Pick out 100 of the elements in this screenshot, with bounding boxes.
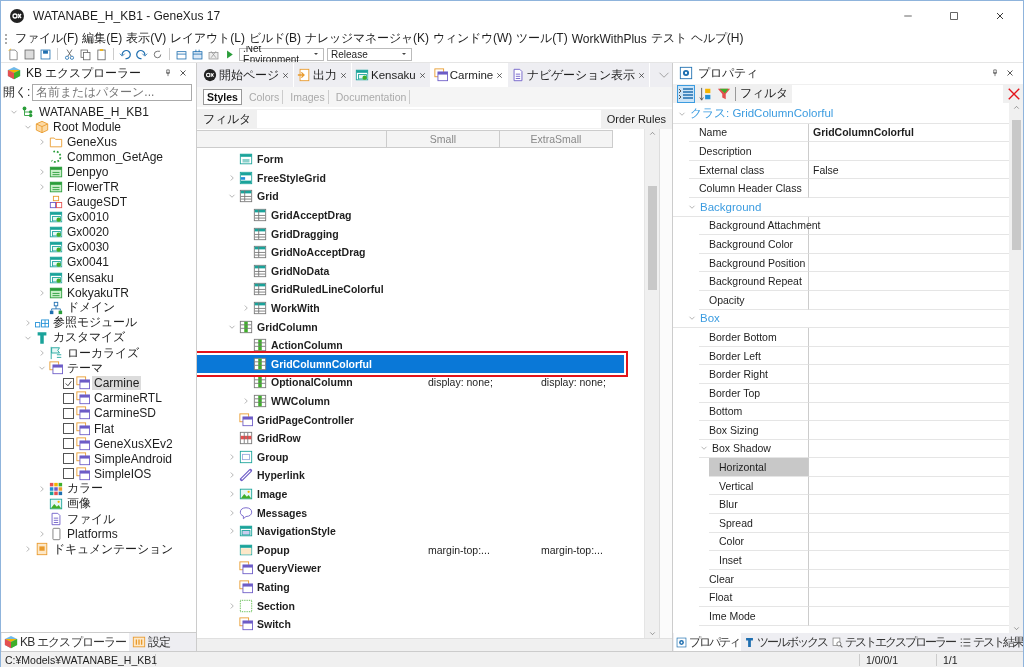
tree-item[interactable]: Platforms (65, 527, 120, 542)
menu-item[interactable]: ファイル(F) (13, 31, 81, 46)
style-row[interactable]: Rating (197, 577, 624, 597)
tree-item[interactable]: Flat (92, 421, 116, 436)
menu-item[interactable]: ヘルプ(H) (688, 31, 746, 46)
style-row[interactable]: Group (197, 447, 624, 467)
property-name[interactable]: Clear (709, 572, 735, 585)
tree-item[interactable]: Gx0020 (65, 225, 112, 240)
property-name[interactable]: Background Color (709, 237, 794, 250)
panel-tab[interactable]: ツールボックス (742, 633, 829, 651)
menu-item[interactable]: ナレッジマネージャ(K) (303, 31, 431, 46)
property-name[interactable]: Name (699, 126, 727, 139)
property-name[interactable]: Border Bottom (709, 330, 777, 343)
property-name[interactable]: Column Header Class (699, 182, 802, 195)
tree-item[interactable]: ドメイン (65, 299, 117, 317)
property-name[interactable]: Vertical (719, 479, 754, 492)
order-rules-button[interactable]: Order Rules (600, 113, 672, 125)
property-name[interactable]: Blur (719, 498, 738, 511)
tree-item[interactable]: Carmine (92, 376, 142, 391)
style-row[interactable]: NavigationStyle (197, 521, 624, 541)
style-row[interactable]: WWColumn (197, 391, 624, 411)
property-name[interactable]: Border Right (709, 368, 768, 381)
tree-item[interactable]: Common_GetAge (65, 149, 166, 164)
tree-item[interactable]: SimpleAndroid (92, 451, 175, 466)
tree-item[interactable]: FlowerTR (65, 180, 121, 194)
style-row[interactable]: GridNoData (197, 261, 624, 281)
style-row[interactable]: Section (197, 596, 624, 615)
style-row[interactable]: GridRuledLineColorful (197, 280, 624, 299)
tree-item[interactable]: テーマ (65, 359, 105, 377)
menu-item[interactable]: ビルド(B) (247, 31, 303, 46)
search-field[interactable]: 名前またはパターン... (32, 83, 192, 101)
menu-item[interactable]: ツール(T) (514, 31, 570, 46)
property-name[interactable]: Background Attachment (709, 219, 821, 232)
menu-item[interactable]: テスト (648, 31, 689, 46)
tree-item[interactable]: SimpleIOS (92, 466, 154, 481)
style-row[interactable]: WorkWith (197, 298, 624, 318)
property-name[interactable]: Bottom (709, 405, 743, 418)
property-name[interactable]: Background Repeat (709, 275, 802, 288)
style-row[interactable]: OptionalColumn display: none; display: none; (197, 373, 624, 392)
style-row[interactable]: GridRow (197, 428, 624, 448)
tree-item[interactable]: WATANABE_H_KB1 (37, 104, 151, 119)
property-value[interactable]: GridColumnColorful (813, 126, 914, 139)
style-row[interactable]: Form (197, 150, 624, 169)
tree-item[interactable]: Kensaku (65, 270, 116, 285)
property-name[interactable]: Inset (719, 554, 742, 567)
menu-item[interactable]: 編集(E) (80, 31, 125, 46)
tree-item[interactable]: Gx0030 (65, 240, 112, 255)
panel-tab[interactable]: テスト結果 (958, 633, 1023, 651)
property-name[interactable]: Box Shadow (712, 442, 771, 455)
panel-tab[interactable]: テストエクスプローラー (830, 633, 957, 651)
property-name[interactable]: External class (699, 163, 765, 176)
property-name[interactable]: Border Left (709, 349, 761, 362)
editor-tab[interactable]: Styles (203, 89, 242, 105)
property-name[interactable]: Ime Mode (709, 609, 756, 622)
property-name[interactable]: Box Sizing (709, 423, 759, 436)
menu-item[interactable]: 表示(V) (124, 31, 169, 46)
panel-tab[interactable]: 設定 (129, 633, 172, 651)
tree-item[interactable]: GeneXusXEv2 (92, 436, 175, 451)
tree-item[interactable]: Root Module (51, 119, 124, 134)
tree-item[interactable]: Gx0010 (65, 210, 112, 225)
panel-tab[interactable]: プロパティ (674, 633, 741, 651)
property-name[interactable]: Border Top (709, 386, 761, 399)
document-tab[interactable]: Carmine (430, 63, 509, 87)
property-value[interactable]: False (813, 163, 839, 176)
style-row[interactable]: Hyperlink (197, 466, 624, 485)
tree-item[interactable]: 画像 (65, 495, 93, 513)
panel-tab[interactable]: KB エクスプローラー (2, 633, 129, 651)
style-row[interactable]: GridColumn (197, 317, 624, 336)
tree-item[interactable]: ローカライズ (65, 344, 141, 362)
property-name[interactable]: Background Position (709, 256, 806, 269)
tree-item[interactable]: CarmineSD (92, 406, 158, 421)
style-row[interactable]: ActionColumn (197, 335, 624, 355)
style-row[interactable]: Grid (197, 187, 624, 206)
property-name[interactable]: Description (699, 145, 752, 157)
property-name[interactable]: Float (709, 591, 733, 604)
tree-item[interactable]: CarmineRTL (92, 391, 164, 406)
property-name[interactable]: Color (719, 535, 745, 548)
style-row[interactable]: Popup margin-top:... margin-top:... (197, 540, 624, 560)
style-row[interactable]: FreeStyleGrid (197, 168, 624, 188)
menu-item[interactable]: WorkWithPlus (569, 31, 649, 46)
style-row[interactable]: GridPageController (197, 410, 624, 429)
property-name[interactable]: Opacity (709, 293, 745, 306)
tree-item[interactable]: カラー (65, 480, 105, 498)
property-name[interactable]: Spread (719, 516, 753, 529)
tree-item[interactable]: Gx0041 (65, 255, 112, 270)
style-row[interactable]: QueryViewer (197, 559, 624, 578)
style-row[interactable]: GridDragging (197, 224, 624, 243)
menu-item[interactable]: レイアウト(L) (168, 31, 247, 46)
style-row[interactable]: GridNoAcceptDrag (197, 242, 624, 262)
tree-item[interactable]: ファイル (65, 510, 117, 528)
configuration-dropdown[interactable]: Release (327, 47, 412, 61)
tree-item[interactable]: GaugeSDT (65, 195, 130, 210)
style-row[interactable]: Messages (197, 503, 624, 522)
style-row[interactable]: GridAcceptDrag (197, 205, 624, 225)
tree-item[interactable]: KokyakuTR (65, 285, 132, 300)
tree-item[interactable]: Denpyo (65, 164, 111, 179)
style-row[interactable]: Image (197, 484, 624, 504)
tree-item[interactable]: 参照モジュール (51, 314, 139, 332)
menu-item[interactable]: ウィンドウ(W) (431, 31, 515, 46)
style-row[interactable]: Switch (197, 614, 624, 634)
